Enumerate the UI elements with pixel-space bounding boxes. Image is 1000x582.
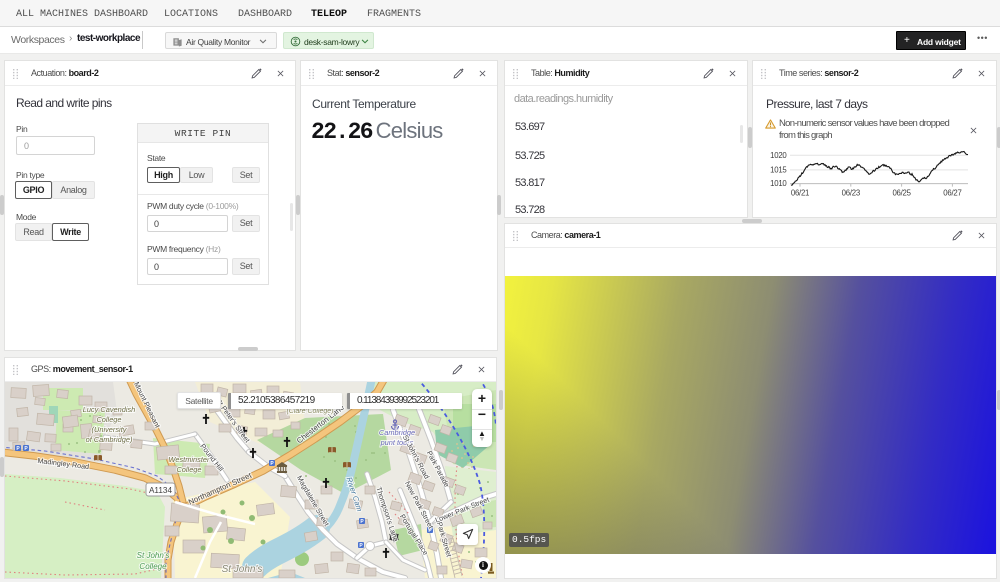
svg-text:1020: 1020 [770,151,787,160]
svg-text:(University: (University [92,425,128,434]
svg-text:Westminster: Westminster [169,455,210,464]
svg-text:1015: 1015 [770,165,787,174]
svg-text:06/25: 06/25 [892,189,911,198]
svg-text:College: College [139,562,167,571]
svg-text:St John's: St John's [222,564,263,575]
svg-text:of Cambridge): of Cambridge) [86,435,133,444]
svg-text:Lucy Cavendish: Lucy Cavendish [83,405,136,414]
svg-text:St John's: St John's [137,551,170,560]
svg-text:1010: 1010 [770,179,787,188]
svg-text:06/27: 06/27 [943,189,961,198]
svg-text:06/23: 06/23 [842,189,860,198]
svg-text:A1134: A1134 [149,486,173,495]
svg-text:College: College [96,415,121,424]
svg-text:06/21: 06/21 [791,189,809,198]
svg-text:College: College [176,465,201,474]
svg-text:(Clare College): (Clare College) [286,408,333,415]
